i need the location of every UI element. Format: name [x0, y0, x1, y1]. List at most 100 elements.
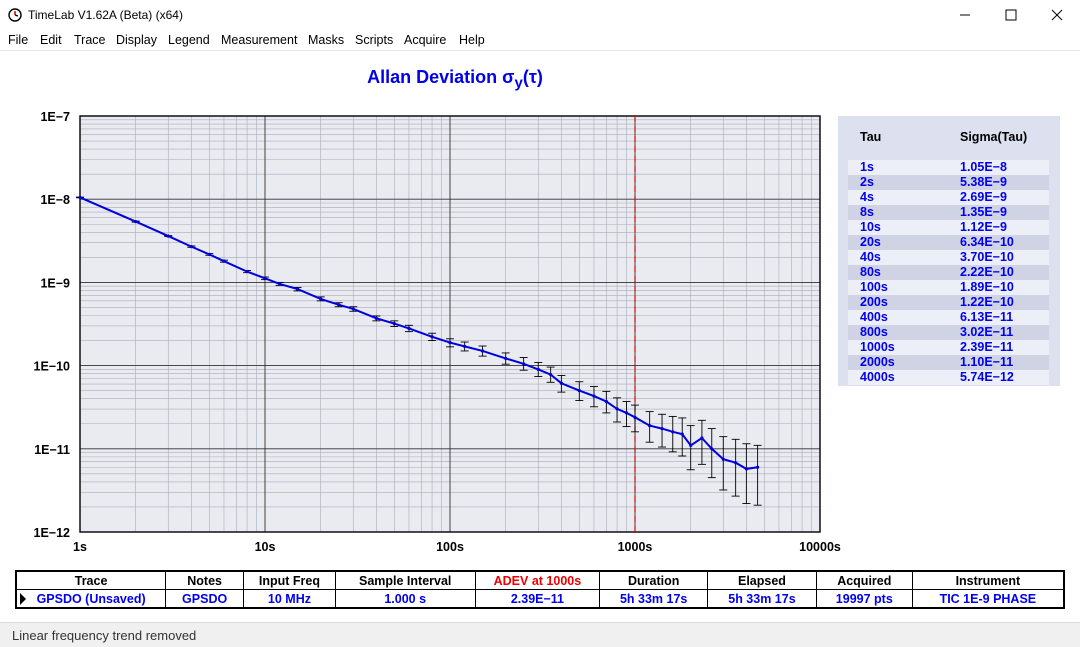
tau-value: 2s: [860, 175, 874, 189]
sigma-value: 2.22E−10: [960, 265, 1014, 279]
notes-cell[interactable]: GPSDO: [165, 589, 245, 609]
tau-header: Tau: [860, 130, 882, 144]
sigma-value: 1.12E−9: [960, 220, 1007, 234]
list-item: 40s 3.70E−10: [848, 250, 1049, 265]
col-adev-1000s: ADEV at 1000s: [474, 570, 601, 590]
data-point: [407, 326, 411, 330]
data-point: [504, 356, 508, 361]
data-point: [577, 389, 581, 393]
data-point: [207, 252, 211, 257]
data-point: [463, 344, 467, 349]
col-input-freq: Input Freq: [243, 570, 336, 590]
col-acquired: Acquired: [815, 570, 913, 590]
sigma-value: 2.69E−9: [960, 190, 1007, 204]
col-instrument: Instrument: [911, 570, 1065, 590]
sigma-value: 1.22E−10: [960, 295, 1014, 309]
sigma-header: Sigma(Tau): [960, 130, 1028, 144]
data-point: [710, 447, 714, 451]
sigma-value: 1.05E−8: [960, 160, 1007, 174]
data-point: [559, 381, 563, 385]
list-item: 4s 2.69E−9: [848, 190, 1049, 205]
data-point: [430, 335, 434, 339]
tau-rows: 1s 1.05E−8 2s 5.38E−9 4s 2.69E−9 8s 1.35E−9 10s 1…: [848, 160, 1049, 385]
data-point: [480, 349, 485, 353]
data-point: [756, 465, 760, 469]
tau-value: 4000s: [860, 370, 895, 384]
data-point: [633, 415, 637, 419]
data-point: [263, 276, 267, 280]
data-point: [615, 407, 619, 411]
data-point: [392, 321, 396, 326]
list-item: 8s 1.35E−9: [848, 205, 1049, 220]
table-row[interactable]: GPSDO (Unsaved) GPSDO 10 MHz 1.000 s 2.3…: [15, 589, 1065, 609]
data-point: [351, 307, 355, 311]
tau-value: 1s: [860, 160, 874, 174]
selected-row-arrow-icon: [20, 593, 26, 605]
col-trace: Trace: [15, 570, 167, 590]
acquired-cell[interactable]: 19997 pts: [815, 589, 913, 609]
data-point: [448, 340, 452, 345]
list-item: 20s 6.34E−10: [848, 235, 1049, 250]
tau-value: 100s: [860, 280, 888, 294]
x-tick-label: 100s: [436, 540, 464, 554]
data-point: [549, 372, 553, 377]
data-point: [222, 259, 226, 263]
trace-name-cell[interactable]: GPSDO (Unsaved): [15, 589, 167, 609]
data-point: [522, 362, 526, 366]
data-point: [624, 411, 629, 415]
tau-value: 80s: [860, 265, 881, 279]
list-item: 1000s 2.39E−11: [848, 340, 1049, 355]
sample-interval-cell[interactable]: 1.000 s: [334, 589, 476, 609]
col-duration: Duration: [599, 570, 709, 590]
data-point: [319, 297, 323, 301]
data-point: [689, 443, 693, 447]
list-item: 400s 6.13E−11: [848, 310, 1049, 325]
trace-name: GPSDO (Unsaved): [36, 591, 146, 606]
adev-1000s-cell[interactable]: 2.39E−11: [474, 589, 601, 609]
col-elapsed: Elapsed: [707, 570, 817, 590]
sigma-value: 3.02E−11: [960, 325, 1014, 339]
list-item: 2s 5.38E−9: [848, 175, 1049, 190]
y-tick-label: 1E−12: [34, 526, 71, 540]
list-item: 10s 1.12E−9: [848, 220, 1049, 235]
tau-value: 4s: [860, 190, 874, 204]
x-tick-label: 1s: [73, 540, 87, 554]
data-point: [744, 467, 748, 471]
data-point: [592, 394, 596, 398]
duration-cell[interactable]: 5h 33m 17s: [599, 589, 709, 609]
sigma-value: 6.34E−10: [960, 235, 1014, 249]
tau-value: 2000s: [860, 355, 895, 369]
sigma-value: 1.10E−11: [960, 355, 1014, 369]
data-point: [295, 287, 300, 291]
data-point: [721, 457, 725, 461]
input-freq-cell[interactable]: 10 MHz: [243, 589, 336, 609]
x-tick-label: 10000s: [799, 540, 841, 554]
y-tick-label: 1E−8: [40, 193, 70, 207]
tau-sigma-table: Tau Sigma(Tau) 1s 1.05E−8 2s 5.38E−9 4s 2.69E…: [838, 116, 1060, 386]
tau-value: 20s: [860, 235, 881, 249]
data-point: [166, 234, 170, 238]
y-tick-label: 1E−7: [40, 110, 70, 124]
x-tick-label: 10s: [255, 540, 276, 554]
data-point: [189, 245, 193, 249]
list-item: 200s 1.22E−10: [848, 295, 1049, 310]
tau-value: 200s: [860, 295, 888, 309]
data-point: [680, 432, 684, 436]
list-item: 100s 1.89E−10: [848, 280, 1049, 295]
col-notes: Notes: [165, 570, 245, 590]
col-sample-interval: Sample Interval: [334, 570, 476, 590]
elapsed-cell[interactable]: 5h 33m 17s: [707, 589, 817, 609]
data-point: [134, 219, 138, 224]
tau-value: 400s: [860, 310, 888, 324]
list-item: 1s 1.05E−8: [848, 160, 1049, 175]
tau-value: 8s: [860, 205, 874, 219]
y-tick-label: 1E−10: [34, 360, 71, 374]
data-point: [337, 303, 341, 307]
y-tick-label: 1E−11: [34, 443, 70, 457]
instrument-cell[interactable]: TIC 1E-9 PHASE: [911, 589, 1065, 609]
data-point: [660, 426, 664, 431]
data-point: [604, 399, 608, 404]
sigma-value: 5.74E−12: [960, 370, 1014, 384]
sigma-value: 5.38E−9: [960, 175, 1007, 189]
trace-table: Trace Notes Input Freq Sample Interval A…: [15, 570, 1065, 609]
